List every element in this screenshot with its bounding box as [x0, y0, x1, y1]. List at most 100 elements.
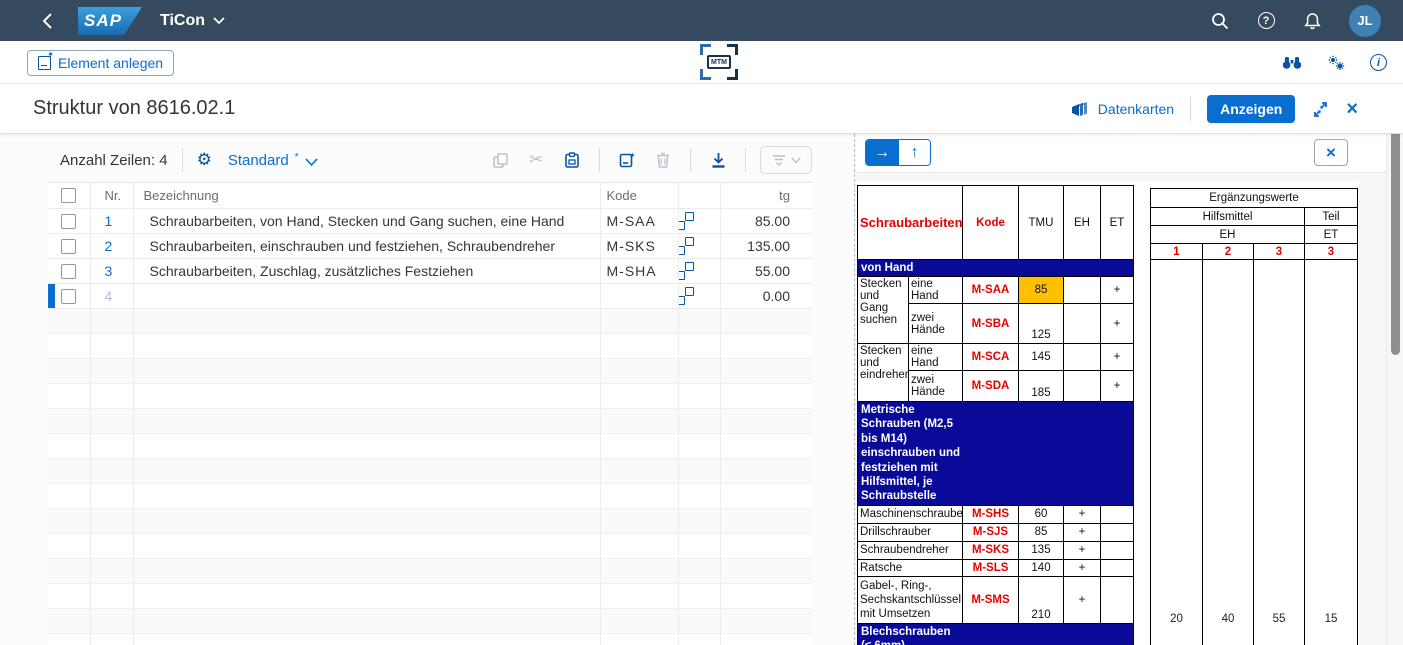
datacard-row[interactable]: Drillschrauber M-SJS 85 + [857, 522, 1134, 542]
copy-icon[interactable] [487, 147, 513, 173]
delete-trash-icon[interactable] [650, 147, 676, 173]
row-checkbox[interactable] [61, 238, 77, 254]
divider [1190, 97, 1192, 121]
structure-panel: Anzahl Zeilen: 4 ⚙ Standard * ✂ ✶ [0, 134, 855, 645]
create-element-icon [38, 50, 54, 70]
table-toolbar: Anzahl Zeilen: 4 ⚙ Standard * ✂ ✶ [48, 140, 812, 180]
sap-logo[interactable]: SAP [78, 7, 142, 35]
datenkarten-label: Datenkarten [1097, 101, 1175, 117]
kode-value[interactable]: M-SMS [962, 575, 1019, 624]
info-icon[interactable]: i [1370, 54, 1387, 71]
et-flag: + [1100, 370, 1134, 402]
row-checkbox[interactable] [61, 288, 77, 304]
help-icon[interactable]: ? [1257, 12, 1275, 30]
chevron-down-icon [305, 157, 318, 166]
col-header-nr[interactable]: Nr. [90, 182, 134, 209]
row-tg: 55.00 [720, 258, 812, 284]
table-row-selected[interactable]: 4 0.00 [48, 283, 812, 309]
table-row[interactable]: 1 Schraubarbeiten, von Hand, Stecken und… [48, 208, 812, 234]
insert-right-arrow-button[interactable]: → [866, 140, 898, 165]
eh-flag: + [1063, 575, 1101, 624]
col-header-kode[interactable]: Kode [600, 182, 679, 209]
select-all-cell [48, 182, 91, 209]
row-checkbox[interactable] [61, 213, 77, 229]
et-cell [1100, 504, 1134, 524]
kode-value[interactable]: M-SCA [962, 343, 1019, 371]
datacard-row[interactable]: Stecken und eindrehen eine Hand M-SCA 14… [857, 343, 1134, 402]
table-settings-gear-icon[interactable]: ⚙ [197, 150, 212, 170]
back-icon[interactable] [42, 0, 53, 41]
tmu-value-highlighted[interactable]: 85 [1018, 276, 1064, 304]
tmu-value: 145 [1018, 343, 1064, 371]
notifications-bell-icon[interactable] [1303, 12, 1321, 30]
col-header-bezeichnung[interactable]: Bezeichnung [133, 182, 601, 209]
page-scrollbar[interactable]: ▲ [1386, 85, 1403, 645]
sub-label: zwei Hände [908, 303, 963, 344]
erg-et: ET [1304, 225, 1358, 244]
section-blechschrauben: Blechschrauben (≤ 6mm) [861, 625, 951, 645]
row-bezeichnung[interactable] [133, 283, 601, 309]
eh-cell [1063, 370, 1101, 402]
row-nr: 1 [90, 208, 134, 234]
table-personalization-menu-button[interactable] [760, 146, 812, 174]
element-anlegen-button[interactable]: Element anlegen [27, 50, 175, 76]
datacard-row[interactable]: Stecken und Gang suchen eine Hand M-SAA … [857, 276, 1134, 344]
paste-clipboard-icon[interactable] [559, 147, 585, 173]
table-row[interactable]: 2 Schraubarbeiten, einschrauben und fest… [48, 233, 812, 259]
eh-cell [1063, 303, 1101, 344]
eh-flag: + [1063, 504, 1101, 524]
kode-value[interactable]: M-SJS [962, 522, 1019, 542]
scrollbar-thumb[interactable] [1391, 110, 1400, 355]
cut-scissors-icon[interactable]: ✂ [523, 147, 549, 173]
svg-text:✶: ✶ [629, 152, 635, 160]
datacard-title: Schraubarbeiten [857, 185, 963, 260]
product-switcher[interactable]: TiCon [160, 0, 225, 41]
section-header-row: Metrische Schrauben (M2,5 bis M14) einsc… [857, 401, 1134, 506]
section-header-row: von Hand [857, 259, 1134, 277]
row-nr: 4 [90, 283, 134, 309]
exit-fullscreen-icon[interactable] [1311, 100, 1330, 119]
datacard-row[interactable]: Schraubendreher M-SKS 135 + [857, 540, 1134, 560]
binoculars-search-icon[interactable] [1282, 55, 1302, 70]
col-kode: Kode [962, 185, 1019, 260]
tool-label: Gabel-, Ring-, Sechskantschlüssel mit Um… [857, 575, 963, 624]
kode-value[interactable]: M-SKS [962, 540, 1019, 560]
datacard-toolbar: → ↑ × [856, 134, 1386, 173]
section-von-hand: von Hand [857, 259, 1134, 277]
section-header-row: Blechschrauben (≤ 6mm) [857, 622, 1134, 645]
col-eh: EH [1063, 185, 1101, 260]
kode-value[interactable]: M-SBA [962, 303, 1019, 344]
erg-col-4: 3 [1304, 243, 1358, 260]
datacard-row[interactable]: Maschinenschrauber M-SHS 60 + [857, 504, 1134, 524]
eh-cell [1063, 343, 1101, 371]
navigate-up-arrow-button[interactable]: ↑ [898, 140, 930, 165]
sub-label: zwei Hände [908, 370, 963, 402]
select-all-checkbox[interactable] [61, 188, 77, 203]
structure-table: Nr. Bezeichnung Kode tg 1 Schraubarbeite… [48, 182, 812, 645]
erg-col-2: 2 [1202, 243, 1254, 260]
row-checkbox[interactable] [61, 263, 77, 279]
settings-gears-icon[interactable] [1326, 54, 1346, 72]
view-selector[interactable]: Standard * [228, 152, 318, 169]
datacard-row[interactable]: Gabel-, Ring-, Sechskantschlüssel mit Um… [857, 575, 1134, 624]
anzeigen-button[interactable]: Anzeigen [1207, 95, 1296, 123]
table-row[interactable]: 3 Schraubarbeiten, Zuschlag, zusätzliche… [48, 258, 812, 284]
search-icon[interactable] [1211, 12, 1229, 30]
kode-value[interactable]: M-SLS [962, 558, 1019, 577]
tmu-value: 60 [1018, 504, 1064, 524]
kode-value[interactable]: M-SAA [962, 276, 1019, 304]
download-icon[interactable] [705, 147, 731, 173]
et-flag: + [1100, 276, 1134, 304]
filter-lines-icon [772, 155, 785, 166]
insert-element-icon[interactable]: ✶ [614, 147, 640, 173]
col-header-tg[interactable]: tg [720, 182, 812, 209]
group-label: Stecken und Gang suchen [857, 276, 909, 344]
datacard-row[interactable]: Ratsche M-SLS 140 + [857, 558, 1134, 577]
close-page-icon[interactable]: × [1346, 99, 1358, 119]
datenkarten-button[interactable]: Datenkarten [1071, 101, 1174, 117]
close-datacard-button[interactable]: × [1314, 139, 1348, 166]
eh-cell [1063, 276, 1101, 304]
kode-value[interactable]: M-SHS [962, 504, 1019, 524]
avatar[interactable]: JL [1349, 4, 1381, 37]
kode-value[interactable]: M-SDA [962, 370, 1019, 402]
